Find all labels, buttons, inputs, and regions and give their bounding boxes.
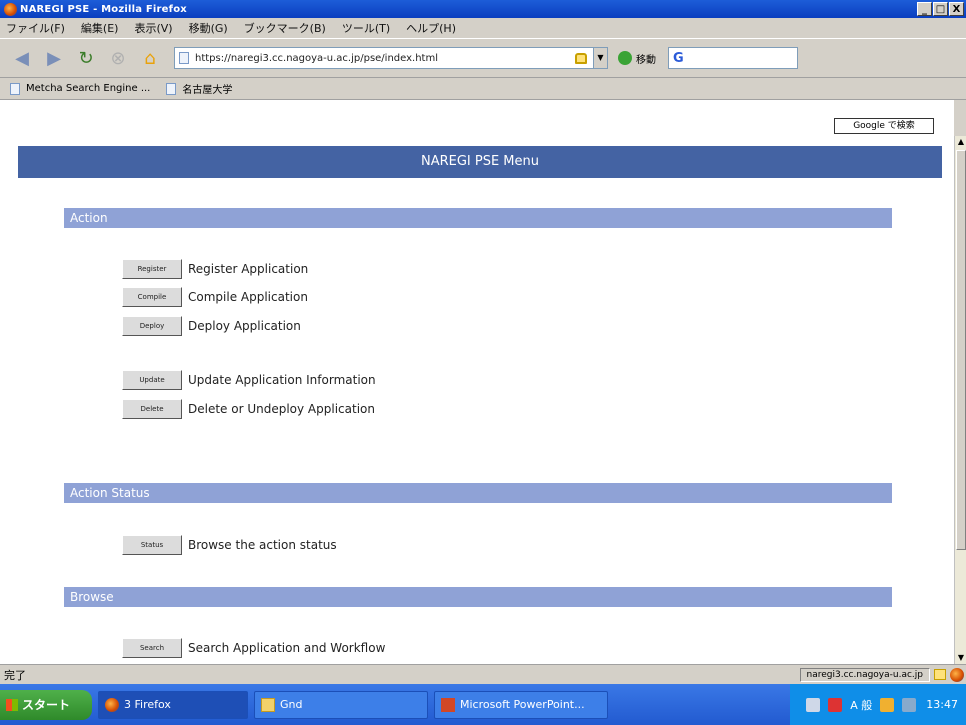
secure-lock-icon[interactable] — [934, 669, 946, 680]
search-input[interactable]: G — [668, 47, 798, 69]
page-title: NAREGI PSE Menu — [18, 146, 942, 178]
url-dropdown-icon[interactable]: ▼ — [594, 47, 608, 69]
firefox-icon — [4, 2, 17, 16]
action-label: Deploy Application — [188, 319, 301, 333]
action-label: Search Application and Workflow — [188, 641, 386, 655]
reload-icon[interactable]: ↻ — [72, 44, 100, 72]
window-title-bar: NAREGI PSE - Mozilla Firefox _ □ X — [0, 0, 966, 18]
bookmark-label: 名古屋大学 — [182, 85, 233, 96]
taskbar-item-label: Gnd — [280, 698, 303, 711]
firefox-status-icon — [950, 667, 964, 682]
go-button[interactable]: 移動 — [618, 51, 656, 66]
clock: 13:47 — [926, 698, 958, 711]
status-host: naregi3.cc.nagoya-u.ac.jp — [799, 667, 930, 682]
windows-flag-icon — [6, 698, 18, 711]
action-label: Compile Application — [188, 290, 308, 304]
action-label: Update Application Information — [188, 373, 376, 387]
status-text: 完了 — [4, 668, 26, 682]
navigation-toolbar: ◀ ▶ ↻ ⊗ ⌂ https://naregi3.cc.nagoya-u.ac… — [0, 38, 966, 78]
page-icon — [179, 52, 189, 64]
delete-button[interactable]: Delete — [122, 399, 182, 419]
action-label: Register Application — [188, 262, 309, 276]
action-row-search: Search Search Application and Workflow — [122, 638, 385, 658]
network-icon[interactable] — [806, 697, 821, 712]
taskbar: スタート 3 Firefox Gnd Microsoft PowerPoint.… — [0, 684, 966, 725]
forward-arrow-icon[interactable]: ▶ — [40, 44, 68, 72]
home-icon[interactable]: ⌂ — [136, 44, 164, 72]
system-tray: A 般 13:47 — [790, 684, 966, 725]
menu-bar: ファイル(F) 編集(E) 表示(V) 移動(G) ブックマーク(B) ツール(… — [0, 18, 966, 38]
lock-icon[interactable] — [575, 52, 587, 64]
action-row-delete: Delete Delete or Undeploy Application — [122, 399, 375, 419]
action-row-deploy: Deploy Deploy Application — [122, 316, 301, 336]
status-bar: 完了 naregi3.cc.nagoya-u.ac.jp — [0, 664, 966, 684]
window-controls: _ □ X — [917, 2, 964, 16]
help-icon[interactable] — [902, 697, 917, 712]
bookmark-page-icon — [10, 82, 20, 95]
folder-icon — [261, 697, 275, 712]
google-search-button[interactable]: Google で検索 — [834, 118, 934, 134]
close-button[interactable]: X — [949, 2, 964, 16]
section-action-status-header: Action Status — [64, 483, 892, 503]
google-icon: G — [673, 50, 684, 66]
bookmarks-toolbar: Metcha Search Engine ... 名古屋大学 Google で検… — [0, 78, 966, 134]
action-label: Browse the action status — [188, 538, 337, 552]
go-icon — [618, 51, 632, 65]
firefox-icon — [105, 697, 119, 712]
action-label: Delete or Undeploy Application — [188, 402, 375, 416]
scroll-thumb[interactable] — [956, 150, 966, 550]
menu-go[interactable]: 移動(G) — [189, 20, 228, 36]
bookmark-label: Metcha Search Engine ... — [26, 83, 151, 94]
taskbar-item-label: Microsoft PowerPoint... — [460, 698, 585, 711]
action-row-compile: Compile Compile Application — [122, 287, 308, 307]
bookmark-item[interactable]: 名古屋大学 — [166, 81, 232, 96]
section-browse-header: Browse — [64, 587, 892, 607]
page-content-top — [0, 100, 954, 136]
bookmark-item[interactable]: Metcha Search Engine ... — [10, 82, 151, 95]
action-row-status: Status Browse the action status — [122, 535, 337, 555]
action-row-register: Register Register Application — [122, 259, 308, 279]
action-row-update: Update Update Application Information — [122, 370, 376, 390]
ime-indicator[interactable]: A 般 — [850, 697, 872, 713]
menu-bookmarks[interactable]: ブックマーク(B) — [244, 20, 326, 36]
menu-view[interactable]: 表示(V) — [134, 20, 172, 36]
menu-edit[interactable]: 編集(E) — [81, 20, 119, 36]
start-label: スタート — [22, 698, 71, 712]
menu-file[interactable]: ファイル(F) — [6, 20, 65, 36]
taskbar-item-powerpoint[interactable]: Microsoft PowerPoint... — [434, 690, 608, 719]
deploy-button[interactable]: Deploy — [122, 316, 182, 336]
maximize-button[interactable]: □ — [933, 2, 948, 16]
taskbar-item-folder[interactable]: Gnd — [254, 690, 428, 719]
ime-tool-icon[interactable] — [880, 697, 895, 712]
minimize-button[interactable]: _ — [917, 2, 932, 16]
menu-help[interactable]: ヘルプ(H) — [406, 20, 456, 36]
status-button[interactable]: Status — [122, 535, 182, 555]
search-button[interactable]: Search — [122, 638, 182, 658]
register-button[interactable]: Register — [122, 259, 182, 279]
stop-icon[interactable]: ⊗ — [104, 44, 132, 72]
scroll-up-icon[interactable]: ▲ — [955, 136, 966, 148]
menu-tools[interactable]: ツール(T) — [342, 20, 390, 36]
go-label: 移動 — [636, 54, 656, 66]
url-bar[interactable]: https://naregi3.cc.nagoya-u.ac.jp/pse/in… — [174, 47, 594, 69]
url-text[interactable]: https://naregi3.cc.nagoya-u.ac.jp/pse/in… — [195, 53, 575, 64]
powerpoint-icon — [441, 697, 455, 712]
update-button[interactable]: Update — [122, 370, 182, 390]
antivirus-icon[interactable] — [828, 697, 843, 712]
vertical-scrollbar[interactable]: ▲ ▼ — [954, 136, 966, 664]
scroll-down-icon[interactable]: ▼ — [955, 652, 966, 664]
bookmark-page-icon — [166, 82, 177, 95]
back-arrow-icon[interactable]: ◀ — [8, 44, 36, 72]
start-button[interactable]: スタート — [0, 689, 92, 720]
compile-button[interactable]: Compile — [122, 287, 182, 307]
section-action-header: Action — [64, 208, 892, 228]
taskbar-item-label: 3 Firefox — [124, 698, 171, 711]
window-title: NAREGI PSE - Mozilla Firefox — [20, 3, 187, 15]
taskbar-item-firefox[interactable]: 3 Firefox — [98, 690, 248, 719]
